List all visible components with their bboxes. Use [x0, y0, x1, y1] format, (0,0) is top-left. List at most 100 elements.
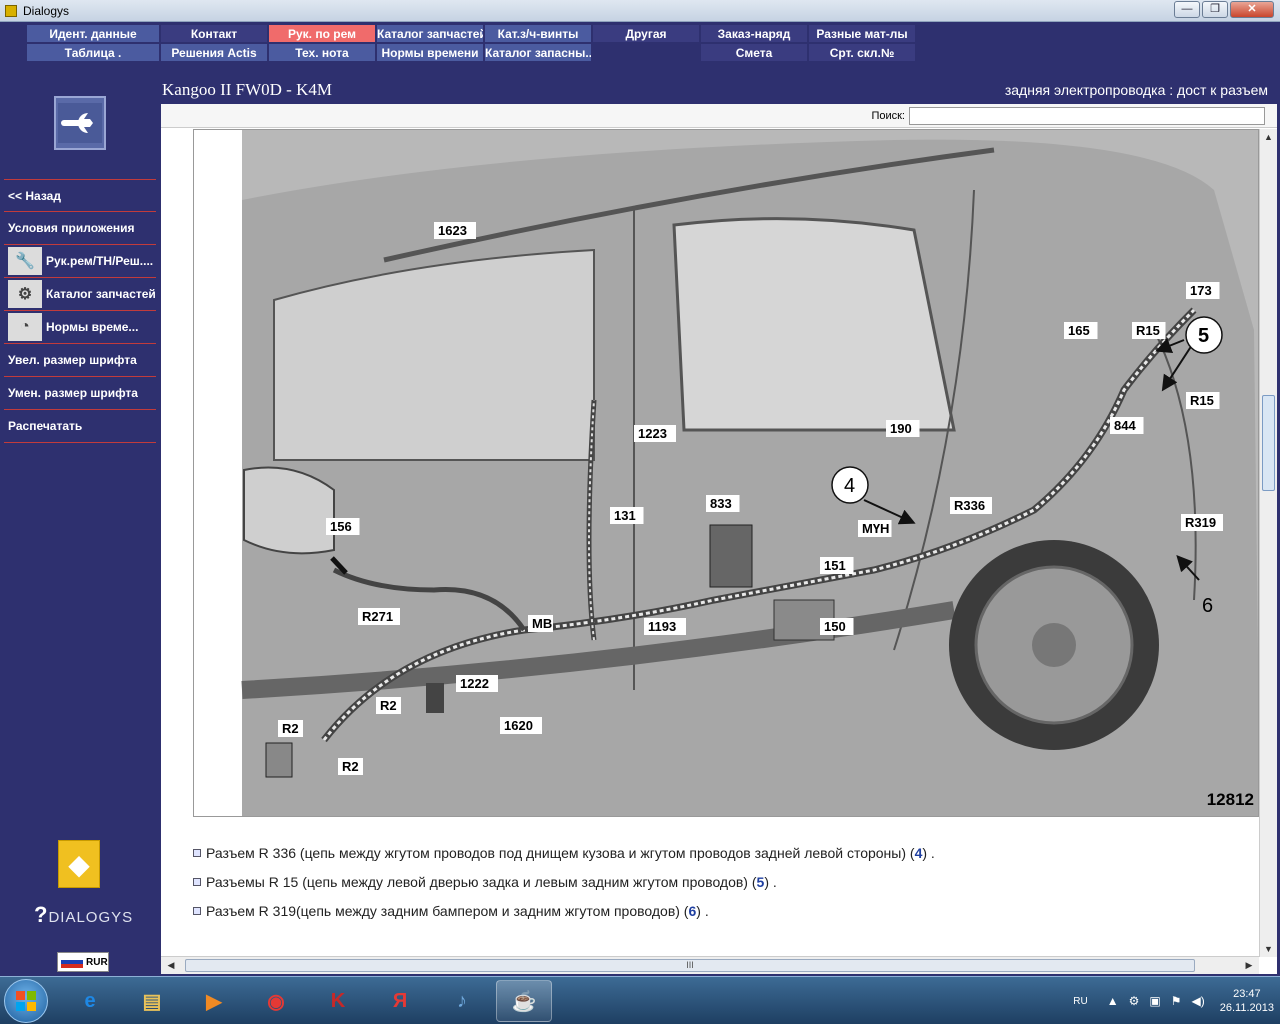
chrome-icon[interactable]: ◉ — [248, 980, 304, 1022]
menu-item[interactable]: Контакт — [160, 24, 268, 43]
sidebar-item[interactable]: Распечатать — [4, 410, 156, 443]
action-center-icon[interactable]: ⚑ — [1171, 994, 1182, 1008]
brand-name: DIALOGYS — [48, 909, 134, 926]
media-player-icon[interactable]: ▶ — [186, 980, 242, 1022]
sidebar-item-label: << Назад — [8, 188, 61, 203]
system-tray: RU ▲ ⚙ ▣ ⚑ ◀) 23:47 26.11.2013 — [1073, 977, 1274, 1024]
callout-number: 4 — [844, 475, 855, 497]
menu-item[interactable]: Срт. скл.№ — [808, 43, 916, 62]
input-language[interactable]: RU — [1073, 996, 1087, 1007]
sidebar-item-label: Каталог запчастей — [46, 287, 156, 301]
clock[interactable]: 23:47 26.11.2013 — [1220, 987, 1274, 1015]
reference-link[interactable]: 5 — [757, 874, 765, 890]
kaspersky-icon[interactable]: K — [310, 980, 366, 1022]
sidebar-item-label: Увел. размер шрифта — [8, 353, 137, 367]
sidebar-item-label: Условия приложения — [8, 221, 135, 235]
explorer-icon[interactable]: ▤ — [124, 980, 180, 1022]
minimize-button[interactable]: — — [1174, 1, 1200, 18]
menu-item[interactable]: Смета — [700, 43, 808, 62]
reference-link[interactable]: 4 — [915, 845, 923, 861]
diagram-label: 1193 — [648, 619, 676, 634]
scroll-down-arrow[interactable]: ▼ — [1260, 941, 1277, 957]
menu-item[interactable]: Каталог запчастей — [376, 24, 484, 43]
callout-number: 5 — [1198, 325, 1209, 347]
menu-item[interactable]: Заказ-наряд — [700, 24, 808, 43]
diagram-label: R15 — [1190, 393, 1214, 408]
menu-item[interactable]: Рук. по рем — [268, 24, 376, 43]
vertical-scrollbar[interactable]: ▲ ▼ — [1259, 129, 1277, 957]
taskbar: e ▤ ▶ ◉ K Я ♪ ☕ RU ▲ ⚙ ▣ ⚑ ◀) 23:47 26.11.2013 — [0, 976, 1280, 1024]
clock-date: 26.11.2013 — [1219, 1002, 1274, 1014]
network-icon[interactable]: ▣ — [1149, 994, 1160, 1008]
parts-icon: ⚙ — [8, 280, 42, 308]
diagram-label: 131 — [614, 508, 636, 523]
wrench-icon: 🔧 — [8, 247, 42, 275]
sidebar-item[interactable]: ⚙ Каталог запчастей — [4, 278, 156, 311]
diagram-label: R2 — [282, 721, 299, 736]
sidebar-item[interactable]: << Назад — [4, 179, 156, 212]
volume-icon[interactable]: ◀) — [1192, 994, 1205, 1008]
scroll-up-arrow[interactable]: ▲ — [1260, 129, 1277, 145]
repair-tool-logo — [54, 96, 106, 150]
diagram-label: R319 — [1185, 515, 1216, 530]
section-title: задняя электропроводка : дост к разъем — [1004, 82, 1268, 98]
diagram-label: 151 — [824, 558, 846, 573]
close-button[interactable]: ✕ — [1230, 1, 1274, 18]
reference-link[interactable]: 6 — [688, 903, 696, 919]
search-input[interactable] — [909, 107, 1265, 125]
java-icon[interactable]: ☕ — [496, 980, 552, 1022]
vehicle-title: Kangoo II FW0D - K4M — [162, 80, 332, 99]
diagram-label: МҮН — [862, 521, 889, 536]
diagram-label: 833 — [710, 496, 732, 511]
scroll-left-arrow[interactable]: ◀ — [163, 957, 179, 974]
windows-logo-icon — [16, 991, 36, 1011]
description-text: Разъемы R 15 (цепь между левой дверью за… — [206, 873, 757, 890]
description-list: Разъем R 336 (цепь между жгутом проводов… — [193, 838, 1263, 925]
callout-number: 6 — [1202, 595, 1213, 617]
sidebar-item[interactable]: ◔ Нормы време... — [4, 311, 156, 344]
sidebar-item-label: Умен. размер шрифта — [8, 386, 138, 400]
maximize-button[interactable]: ❐ — [1202, 1, 1228, 18]
menu-item[interactable]: Каталог запасны... — [484, 43, 592, 62]
menu-item[interactable]: Идент. данные — [26, 24, 160, 43]
currency-label: RUR — [86, 956, 108, 968]
diagram-label: 190 — [890, 421, 912, 436]
sidebar-item[interactable]: Умен. размер шрифта — [4, 377, 156, 410]
menu-item[interactable]: Решения Actis — [160, 43, 268, 62]
vertical-scroll-thumb[interactable] — [1262, 395, 1275, 491]
sidebar-item[interactable]: Условия приложения — [4, 212, 156, 245]
sidebar-item[interactable]: 🔧 Рук.рем/ТН/Реш.... — [4, 245, 156, 278]
window-titlebar: Dialogys — ❐ ✕ — [0, 0, 1280, 22]
diagram-label: 150 — [824, 619, 846, 634]
diagram-label: 156 — [330, 519, 352, 534]
menu-item[interactable]: Другая — [592, 24, 700, 43]
horizontal-scrollbar[interactable]: ◀ III ▶ — [161, 956, 1259, 974]
description-tail: ) . — [764, 873, 777, 890]
menu-item[interactable]: Таблица . — [26, 43, 160, 62]
menu-item[interactable]: Тех. нота — [268, 43, 376, 62]
description-tail: ) . — [696, 902, 709, 919]
start-button[interactable] — [4, 979, 48, 1023]
diagram-label: 173 — [1190, 283, 1212, 298]
sidebar-item[interactable]: Увел. размер шрифта — [4, 344, 156, 377]
scroll-right-arrow[interactable]: ▶ — [1241, 957, 1257, 974]
help-icon: ? — [34, 902, 49, 927]
speaker-app-icon[interactable]: ♪ — [434, 980, 490, 1022]
show-hidden-icons-icon[interactable]: ▲ — [1107, 994, 1119, 1008]
horizontal-scroll-thumb[interactable]: III — [185, 959, 1195, 972]
diagram-label: R271 — [362, 609, 393, 624]
dialogys-logo: ?DIALOGYS — [34, 902, 133, 928]
diagram-label: 1222 — [460, 676, 489, 691]
currency-selector[interactable]: RUR — [57, 952, 109, 972]
yandex-icon[interactable]: Я — [372, 980, 428, 1022]
bullet-icon — [193, 906, 201, 915]
vehicle-illustration: 1623 173 165 R15 R15 844 1223 190 R336 833 131 МҮН R… — [241, 130, 1258, 816]
steam-icon[interactable]: ⚙ — [1129, 994, 1140, 1008]
menu-item[interactable]: Разные мат-лы — [808, 24, 916, 43]
ie-icon[interactable]: e — [62, 980, 118, 1022]
content-pane: Поиск: 1623 173 165 R15 R15 844 1223 190… — [161, 104, 1277, 974]
menu-item[interactable]: Нормы времени — [376, 43, 484, 62]
clock-time: 23:47 — [1233, 988, 1261, 1000]
description-item: Разъем R 319(цепь между задним бампером … — [193, 896, 1263, 925]
menu-item[interactable]: Кат.з/ч-винты — [484, 24, 592, 43]
